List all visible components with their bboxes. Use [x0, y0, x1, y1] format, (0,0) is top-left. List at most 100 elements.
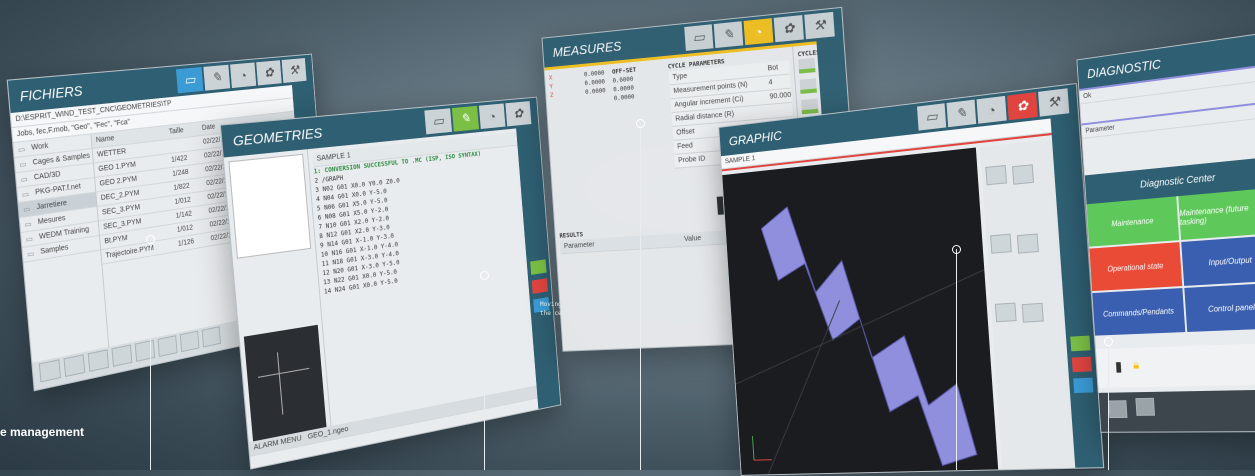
code-lines: 2 /GRAPH3 N02 G01 X0.0 Y0.0 Z0.04 N04 G0… — [314, 152, 546, 297]
axis-label: Y — [549, 82, 553, 91]
toolbar-button[interactable] — [88, 349, 109, 372]
parameter-value: 90.000 — [769, 92, 791, 101]
axis-value: 0.0000 — [585, 86, 606, 97]
pencil-icon: ✎ — [211, 69, 222, 86]
folder-label: Samples — [40, 244, 69, 256]
tab-edit[interactable]: ✎ — [714, 21, 743, 48]
probe-icon: ◔ — [754, 24, 763, 40]
column-date[interactable]: Date — [202, 123, 216, 131]
tab-edit[interactable]: ✎ — [947, 100, 977, 128]
toolbar-button[interactable] — [180, 331, 200, 353]
folder-icon: ▭ — [26, 234, 34, 244]
parameter-value: 4 — [768, 79, 772, 86]
view-tool-button[interactable] — [1012, 164, 1034, 185]
tab-measure[interactable]: ◔ — [230, 62, 256, 88]
rail-button-green[interactable] — [530, 259, 546, 275]
probe-icon: ◔ — [239, 68, 247, 83]
folder-icon: ▭ — [27, 249, 35, 259]
geometry-preview — [244, 325, 327, 442]
diagnostic-tile[interactable]: Maintenance — [1087, 196, 1180, 246]
folder-icon: ▭ — [19, 160, 27, 169]
fichiers-title: FICHIERS — [19, 82, 83, 104]
leader-dot-measures — [636, 119, 645, 128]
rail-button-red[interactable] — [1072, 357, 1092, 373]
file-size: 1/012 — [177, 223, 205, 234]
folder-icon: ▭ — [22, 189, 30, 198]
diagnostic-tile[interactable]: Operational state — [1089, 242, 1182, 291]
leader-line-measures — [640, 123, 641, 470]
caption-text: e management — [0, 425, 84, 439]
folder-icon: ▭ — [692, 29, 705, 46]
offset-values: 0.00000.00000.0000 — [612, 72, 662, 103]
toolbar-button[interactable] — [135, 340, 155, 362]
folder-icon: ▭ — [432, 113, 445, 130]
results-col-value: Value — [684, 235, 702, 243]
footer-button[interactable] — [1108, 400, 1127, 418]
leader-line-geometries — [484, 275, 485, 470]
graphic-subheader-text: SAMPLE 1 — [725, 155, 756, 165]
footer-button[interactable] — [1136, 398, 1156, 416]
probe-icon: ◔ — [987, 102, 996, 118]
tab-diagnostic[interactable]: ⚒ — [804, 12, 835, 39]
view-tool-button[interactable] — [985, 165, 1007, 185]
leader-dot-fichiers — [146, 235, 155, 244]
tab-diagnostic[interactable]: ⚒ — [282, 58, 307, 83]
battery-icon: ▮ — [1115, 358, 1123, 375]
tab-edit[interactable]: ✎ — [203, 65, 230, 91]
geometry-list[interactable] — [228, 154, 311, 259]
tab-files[interactable]: ▭ — [424, 108, 452, 134]
tab-measure[interactable]: ◔ — [977, 96, 1007, 124]
parameter-value: Bot — [767, 64, 778, 72]
folder-label: Mesures — [38, 215, 66, 226]
file-size: 1/142 — [176, 209, 204, 220]
tab-measure[interactable]: ◔ — [479, 103, 506, 129]
folder-icon: ▭ — [925, 108, 938, 125]
rail-button-blue[interactable] — [1073, 378, 1093, 394]
view-tool-button[interactable] — [990, 234, 1012, 254]
tab-machining[interactable]: ✿ — [1007, 92, 1038, 120]
tab-files[interactable]: ▭ — [176, 67, 203, 93]
toolbar-button[interactable] — [157, 335, 177, 357]
tab-machining[interactable]: ✿ — [774, 15, 804, 42]
tab-files[interactable]: ▭ — [917, 103, 946, 130]
grid-line — [730, 270, 992, 384]
rail-button-red[interactable] — [532, 278, 548, 294]
view-tool-button[interactable] — [1022, 303, 1044, 323]
column-size[interactable]: Taille — [169, 126, 197, 136]
toolbar-button[interactable] — [111, 344, 132, 366]
folder-icon: ▭ — [184, 72, 197, 89]
view-tool-button[interactable] — [995, 302, 1017, 322]
file-size: 1/822 — [173, 181, 201, 192]
diagnostic-tile[interactable]: Maintenance (future tasking) — [1178, 188, 1255, 240]
diagnostic-tile[interactable]: Commands/Pendants — [1092, 288, 1185, 336]
folder-label: CAD/3D — [34, 171, 61, 182]
preview-axis — [258, 368, 309, 378]
diagnostic-tile[interactable]: Input/Output — [1181, 235, 1255, 286]
tab-machining[interactable]: ✿ — [505, 101, 531, 126]
tab-measure[interactable]: ◔ — [744, 18, 774, 45]
diagnostic-panel: DIAGNOSTIC Ok Parameter Diagnostic Cente… — [1076, 32, 1255, 433]
file-size — [170, 143, 198, 146]
folder-icon: ▭ — [18, 145, 26, 154]
axis-label: X — [549, 74, 553, 83]
file-size: 1/126 — [178, 236, 206, 247]
toolbar-button[interactable] — [39, 359, 61, 382]
axes-column: X0.0000Y0.0000Z0.0000 — [545, 64, 616, 193]
toolbar-button[interactable] — [202, 326, 221, 347]
leader-dot-diagnostic — [1104, 337, 1113, 346]
wrench-icon: ⚒ — [289, 62, 300, 78]
axis-y-icon — [752, 436, 754, 460]
part-shape — [760, 190, 977, 469]
diagnostic-tile-label: Maintenance (future tasking) — [1179, 201, 1255, 227]
gear-icon: ✿ — [264, 65, 274, 81]
diagnostic-tile[interactable]: Control panels — [1184, 283, 1255, 332]
tab-machining[interactable]: ✿ — [256, 60, 282, 85]
tab-files[interactable]: ▭ — [684, 24, 713, 51]
toolbar-button[interactable] — [64, 354, 86, 377]
view-tool-button[interactable] — [1017, 233, 1039, 253]
gear-icon: ✿ — [1016, 97, 1028, 115]
leader-line-graphic — [956, 249, 957, 470]
rail-button-green[interactable] — [1070, 336, 1090, 352]
tab-edit[interactable]: ✎ — [452, 106, 479, 132]
tab-diagnostic[interactable]: ⚒ — [1038, 88, 1069, 116]
